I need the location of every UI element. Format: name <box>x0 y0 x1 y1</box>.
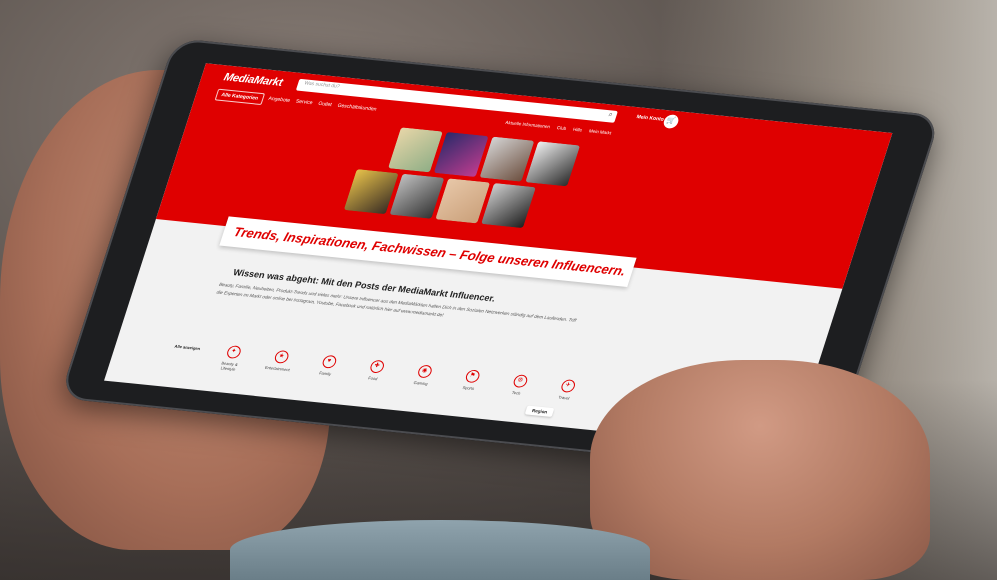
nav-item-business[interactable]: Geschäftskunden <box>337 103 378 113</box>
beauty-icon: ✦ <box>224 345 242 359</box>
influencer-avatar[interactable] <box>479 136 535 182</box>
food-icon: ✚ <box>368 359 386 374</box>
secondary-nav: Aktuelle Informationen Club Hilfe Mein M… <box>505 120 612 136</box>
category-label: Travel <box>557 394 571 401</box>
nav-item-outlet[interactable]: Outlet <box>317 101 332 108</box>
influencer-avatar[interactable] <box>343 169 399 215</box>
search-input[interactable]: Was suchst du? ⌕ <box>295 78 618 123</box>
category-tech[interactable]: ⚙ Tech <box>500 373 536 396</box>
tech-icon: ⚙ <box>511 374 529 389</box>
nav-item-angebote[interactable]: Angebote <box>268 96 291 104</box>
category-family[interactable]: ♥ Family <box>309 354 345 377</box>
category-food[interactable]: ✚ Food <box>357 359 393 382</box>
influencer-avatar[interactable] <box>389 173 445 219</box>
category-label: Sports <box>461 384 475 391</box>
category-label: Beauty & Lifestyle <box>220 360 239 372</box>
category-sports[interactable]: ⚑ Sports <box>453 368 489 391</box>
category-beauty[interactable]: ✦ Beauty & Lifestyle <box>212 344 250 372</box>
nav-item-help[interactable]: Hilfe <box>572 127 583 133</box>
influencer-avatar[interactable] <box>481 182 536 229</box>
gaming-icon: ◉ <box>415 364 433 379</box>
search-icon[interactable]: ⌕ <box>607 111 614 119</box>
sleeve <box>230 520 650 580</box>
nav-item-my-store[interactable]: Mein Markt <box>588 128 612 135</box>
nav-item-info[interactable]: Aktuelle Informationen <box>505 120 551 129</box>
search-placeholder: Was suchst du? <box>303 80 341 90</box>
nav-item-service[interactable]: Service <box>295 99 313 107</box>
site-logo[interactable]: MediaMarkt <box>222 71 284 89</box>
category-gaming[interactable]: ◉ Gaming <box>405 364 441 387</box>
sports-icon: ⚑ <box>463 369 481 384</box>
entertainment-icon: ★ <box>272 349 290 364</box>
category-label: Entertainment <box>264 364 291 373</box>
region-button[interactable]: Region <box>524 405 555 418</box>
all-categories-button[interactable]: Alle Kategorien <box>214 88 265 106</box>
show-all-link[interactable]: Alle anzeigen <box>174 340 203 351</box>
category-label: Family <box>318 370 332 377</box>
influencer-avatar[interactable] <box>525 141 581 187</box>
account-link[interactable]: Mein Konto <box>636 114 665 123</box>
nav-item-club[interactable]: Club <box>556 125 567 131</box>
influencer-avatar[interactable] <box>387 127 443 173</box>
influencer-avatar[interactable] <box>433 131 489 178</box>
category-entertainment[interactable]: ★ Entertainment <box>262 349 298 372</box>
travel-icon: ✈ <box>559 378 577 393</box>
category-travel[interactable]: ✈ Travel <box>548 378 584 401</box>
category-label: Gaming <box>412 379 429 387</box>
family-icon: ♥ <box>320 354 338 369</box>
category-filter: Alle anzeigen ✦ Beauty & Lifestyle ★ Ent… <box>169 340 585 407</box>
category-label: Tech <box>511 389 522 396</box>
category-label: Food <box>367 375 379 382</box>
influencer-avatar[interactable] <box>435 178 491 224</box>
main-nav: Angebote Service Outlet Geschäftskunden <box>268 96 378 113</box>
